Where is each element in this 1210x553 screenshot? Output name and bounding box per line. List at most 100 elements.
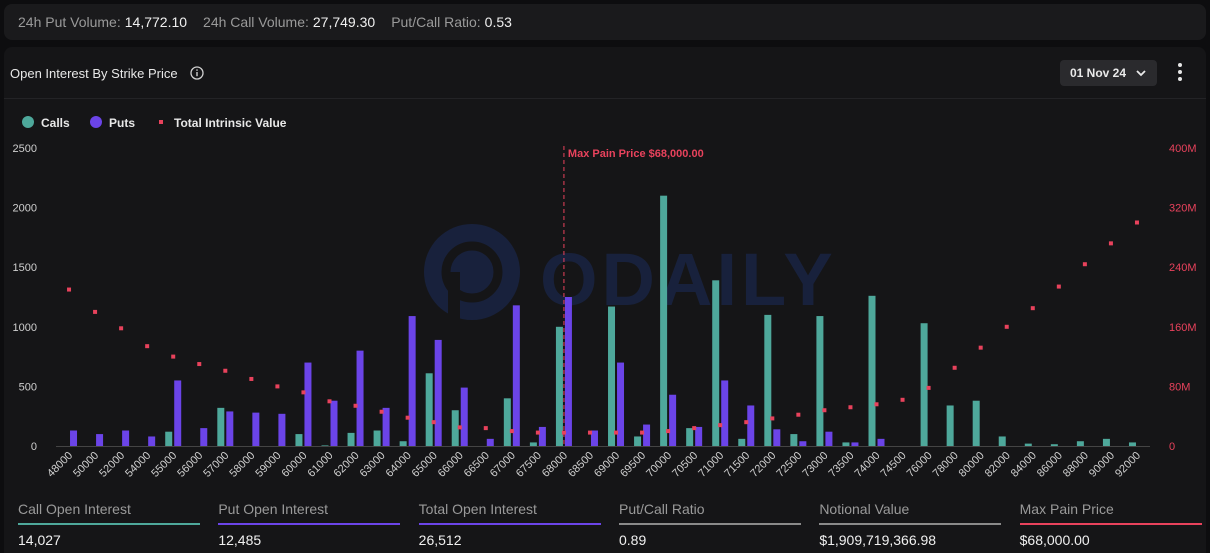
put-bar: [70, 430, 78, 446]
summary-underline: [618, 523, 801, 525]
call-bar: [634, 436, 642, 446]
summary-cell: Max Pain Price $68,000.00: [1019, 492, 1206, 553]
put-bar: [356, 350, 364, 446]
summary-label: Total Open Interest: [418, 501, 537, 517]
y-tick-label: 500: [19, 381, 37, 393]
intrinsic-value-point: [587, 430, 592, 435]
summary-cell: Put/Call Ratio 0.89: [618, 492, 805, 553]
x-tick-label: 66000: [436, 450, 466, 480]
intrinsic-value-point: [796, 412, 801, 417]
call-bar: [1050, 444, 1058, 446]
call-bar: [738, 438, 746, 446]
x-tick-label: 59000: [253, 450, 283, 480]
put-bar: [877, 438, 885, 446]
x-tick-label: 69000: [592, 450, 622, 480]
put-bar: [538, 426, 546, 446]
call-bar: [295, 434, 303, 446]
put-bar: [304, 362, 312, 446]
call-bar: [373, 430, 381, 446]
legend-label-1: Puts: [109, 116, 135, 130]
x-tick-label: 82000: [983, 450, 1013, 480]
x-tick-label: 55000: [149, 450, 179, 480]
y2-tick-label: 0: [1169, 441, 1175, 453]
call-bar: [399, 441, 407, 446]
put-bar: [695, 426, 703, 446]
intrinsic-value-point: [509, 429, 514, 434]
x-tick-label: 71500: [722, 450, 752, 480]
call-bar: [529, 442, 537, 446]
chart-legend: Calls Puts Total Intrinsic Value: [22, 116, 287, 130]
put-bar: [174, 380, 182, 446]
call-bar: [347, 432, 355, 446]
x-tick-label: 62000: [332, 450, 362, 480]
put-bar: [799, 441, 807, 446]
put-bar: [747, 405, 755, 446]
y-tick-label: 1500: [13, 262, 37, 274]
watermark-logo: ODAILY: [424, 224, 833, 324]
call-bar: [1076, 441, 1084, 446]
put-bar: [721, 380, 729, 446]
x-tick-label: 61000: [306, 450, 336, 480]
intrinsic-value-point: [145, 344, 150, 349]
summary-label: Max Pain Price: [1019, 501, 1114, 517]
put-bar: [330, 400, 338, 446]
intrinsic-value-point: [353, 403, 358, 408]
summary-label: Notional Value: [819, 501, 910, 517]
x-tick-label: 71000: [696, 450, 726, 480]
put-bar: [278, 413, 286, 446]
x-tick-label: 92000: [1113, 450, 1143, 480]
summary-value: $68,000.00: [1019, 532, 1090, 548]
x-tick-label: 66500: [462, 450, 492, 480]
x-tick-label: 78000: [931, 450, 961, 480]
summary-underline: [819, 523, 1002, 525]
summary-label: Call Open Interest: [18, 501, 131, 517]
x-tick-label: 74500: [879, 450, 909, 480]
legend-label-0: Calls: [41, 116, 70, 130]
intrinsic-value-point: [874, 402, 879, 407]
call-bar: [868, 295, 876, 446]
intrinsic-value-point: [275, 384, 280, 389]
call-bar: [165, 431, 173, 446]
put-bar: [382, 407, 390, 446]
x-tick-label: 56000: [175, 450, 205, 480]
summary-underline: [418, 523, 601, 525]
call-bar: [764, 314, 772, 446]
x-tick-label: 73000: [800, 450, 830, 480]
put-bar: [617, 362, 625, 446]
intrinsic-value-point: [431, 420, 436, 425]
x-tick-label: 70000: [644, 450, 674, 480]
call-bar: [686, 428, 694, 446]
summary-cell: Notional Value $1,909,719,366.98: [819, 492, 1005, 553]
legend-marker-0: [22, 116, 34, 128]
summary-label: Put/Call Ratio: [618, 501, 705, 517]
x-tick-label: 60000: [279, 450, 309, 480]
x-tick-label: 69500: [618, 450, 648, 480]
y-tick-label: 2500: [13, 143, 37, 155]
x-tick-label: 67500: [514, 450, 544, 480]
call-bar: [972, 400, 980, 446]
intrinsic-value-point: [718, 423, 723, 428]
call-bar: [1128, 442, 1136, 446]
put-bar: [252, 412, 260, 446]
intrinsic-value-point: [223, 368, 228, 373]
intrinsic-value-point: [666, 429, 671, 434]
call-bar: [1024, 443, 1032, 446]
x-tick-label: 54000: [123, 450, 153, 480]
call-bar: [321, 445, 329, 446]
intrinsic-value-point: [483, 426, 488, 431]
x-tick-label: 68500: [566, 450, 596, 480]
put-bar: [825, 431, 833, 446]
put-bar: [512, 305, 520, 446]
intrinsic-value-point: [614, 430, 619, 435]
call-bar: [503, 398, 511, 446]
call-bar: [946, 405, 954, 446]
x-tick-label: 86000: [1035, 450, 1065, 480]
intrinsic-value-point: [301, 390, 306, 395]
intrinsic-value-point: [744, 420, 749, 425]
intrinsic-value-point: [900, 397, 905, 402]
x-tick-label: 80000: [957, 450, 987, 480]
summary-value: 12,485: [218, 532, 262, 548]
intrinsic-value-point: [952, 365, 957, 370]
y2-tick-label: 400M: [1169, 143, 1197, 155]
intrinsic-value-point: [1030, 306, 1035, 311]
